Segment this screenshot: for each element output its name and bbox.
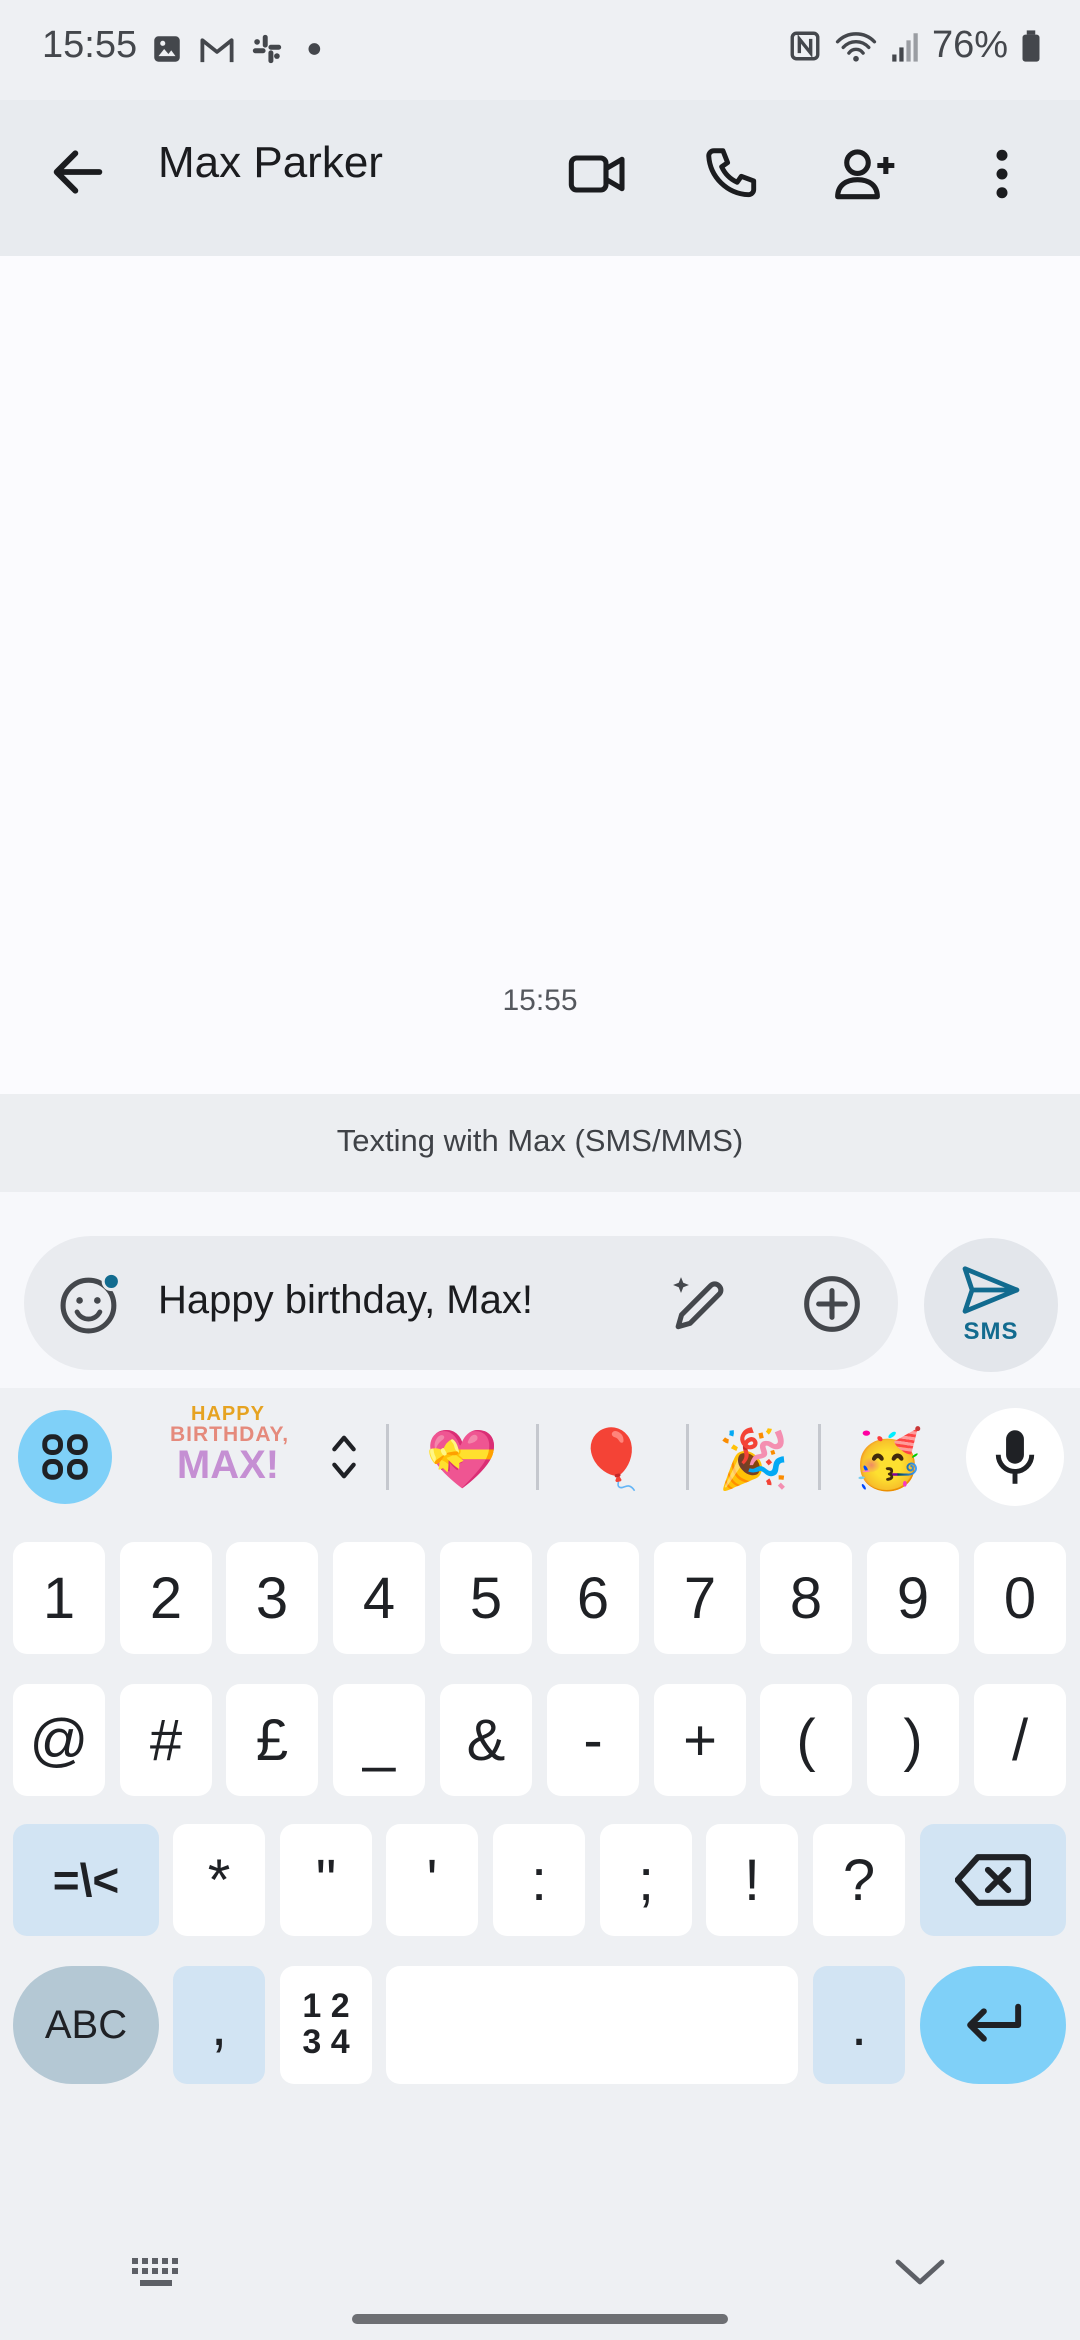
numpad-top: 1 2 [302, 1987, 350, 2026]
key-at[interactable]: @ [13, 1684, 105, 1796]
signal-icon [892, 32, 918, 62]
message-text[interactable]: Happy birthday, Max! [158, 1278, 533, 1323]
enter-icon [967, 2003, 1022, 2042]
key-minus[interactable]: - [547, 1684, 639, 1796]
key-comma[interactable]: , [173, 1966, 265, 2084]
backspace-icon [955, 1854, 1031, 1906]
key-question[interactable]: ? [813, 1824, 905, 1936]
dot-icon [308, 43, 321, 55]
key-open-paren[interactable]: ( [760, 1684, 852, 1796]
key-single-quote[interactable]: ' [386, 1824, 478, 1936]
key-ampersand[interactable]: & [440, 1684, 532, 1796]
home-indicator[interactable] [352, 2314, 728, 2324]
emoji-suggestion-party-face[interactable]: 🥳 [848, 1420, 928, 1500]
emoji-icon [60, 1271, 121, 1334]
sticker-line1: HAPPY [191, 1403, 265, 1425]
key-double-quote[interactable]: " [280, 1824, 372, 1936]
mic-icon [995, 1430, 1035, 1484]
key-slash[interactable]: / [974, 1684, 1066, 1796]
unfold-icon [332, 1435, 356, 1479]
key-3[interactable]: 3 [226, 1542, 318, 1654]
back-button[interactable] [46, 140, 110, 204]
sticker-line3: MAX! [176, 1443, 280, 1487]
battery-percent: 76% [931, 24, 1008, 66]
more-options-button[interactable] [962, 134, 1042, 214]
phone-icon [706, 148, 757, 198]
key-6[interactable]: 6 [547, 1542, 639, 1654]
key-9[interactable]: 9 [867, 1542, 959, 1654]
key-7[interactable]: 7 [654, 1542, 746, 1654]
key-enter[interactable] [920, 1966, 1066, 2084]
video-call-button[interactable] [558, 134, 638, 214]
add-circle-icon [804, 1276, 860, 1332]
birthday-sticker[interactable]: HAPPY BIRTHDAY, MAX! [170, 1403, 290, 1510]
emoji-button[interactable] [58, 1270, 124, 1336]
battery-icon [1022, 29, 1040, 62]
key-0[interactable]: 0 [974, 1542, 1066, 1654]
magic-pen-icon [673, 1277, 724, 1330]
emoji-suggestion-heart[interactable]: 💝 [422, 1420, 502, 1500]
slack-icon [252, 34, 282, 64]
divider [818, 1424, 821, 1490]
gmail-icon [200, 38, 234, 63]
texting-info: Texting with Max (SMS/MMS) [336, 1123, 744, 1158]
image-icon [154, 36, 180, 62]
key-4[interactable]: 4 [333, 1542, 425, 1654]
chevron-down-icon [895, 2259, 945, 2285]
contact-name[interactable]: Max Parker [158, 138, 383, 188]
add-person-button[interactable] [826, 134, 906, 214]
arrow-back-icon [53, 150, 103, 194]
status-right: 76% [788, 24, 1042, 67]
notification-icons [150, 32, 326, 66]
divider [686, 1424, 689, 1490]
key-period[interactable]: . [813, 1966, 905, 2084]
key-semicolon[interactable]: ; [600, 1824, 692, 1936]
key-backspace[interactable] [920, 1824, 1066, 1936]
nfc-icon [790, 31, 820, 60]
emoji-suggestion-party-popper[interactable]: 🎉 [714, 1420, 794, 1500]
message-timestamp: 15:55 [502, 984, 578, 1017]
key-close-paren[interactable]: ) [867, 1684, 959, 1796]
key-5[interactable]: 5 [440, 1542, 532, 1654]
key-asterisk[interactable]: * [173, 1824, 265, 1936]
more-vert-icon [996, 149, 1008, 199]
key-underscore[interactable]: _ [333, 1684, 425, 1796]
conversation-area[interactable] [0, 256, 1080, 1094]
magic-compose-button[interactable] [664, 1270, 732, 1338]
key-more-symbols[interactable]: =\< [13, 1824, 159, 1936]
key-2[interactable]: 2 [120, 1542, 212, 1654]
emoji-suggestion-balloon[interactable]: 🎈 [572, 1420, 652, 1500]
video-call-icon [568, 155, 625, 193]
keyboard-menu-button[interactable] [18, 1410, 112, 1504]
key-space[interactable] [386, 1966, 798, 2084]
keyboard-icon [132, 2258, 178, 2286]
numpad-bottom: 3 4 [302, 2023, 350, 2061]
keyboard-switch-button[interactable] [130, 2252, 186, 2292]
key-plus[interactable]: + [654, 1684, 746, 1796]
key-pound[interactable]: £ [226, 1684, 318, 1796]
expand-suggestions-button[interactable] [330, 1430, 358, 1484]
divider [386, 1424, 389, 1490]
hide-keyboard-button[interactable] [892, 2250, 948, 2294]
status-time: 15:55 [42, 24, 138, 66]
sticker-line2: BIRTHDAY, [170, 1423, 290, 1446]
key-numpad-toggle[interactable]: 1 2 3 4 [280, 1966, 372, 2084]
phone-button[interactable] [692, 134, 772, 214]
key-1[interactable]: 1 [13, 1542, 105, 1654]
send-sms-button[interactable]: SMS [924, 1238, 1058, 1372]
send-icon [962, 1266, 1020, 1314]
key-hash[interactable]: # [120, 1684, 212, 1796]
key-colon[interactable]: : [493, 1824, 585, 1936]
key-exclamation[interactable]: ! [706, 1824, 798, 1936]
wifi-icon [835, 31, 877, 62]
send-label: SMS [963, 1318, 1019, 1345]
divider [536, 1424, 539, 1490]
key-8[interactable]: 8 [760, 1542, 852, 1654]
grid-icon [42, 1434, 88, 1480]
add-person-icon [835, 149, 895, 200]
key-abc[interactable]: ABC [13, 1966, 159, 2084]
attach-button[interactable] [800, 1272, 864, 1336]
voice-input-button[interactable] [966, 1408, 1064, 1506]
